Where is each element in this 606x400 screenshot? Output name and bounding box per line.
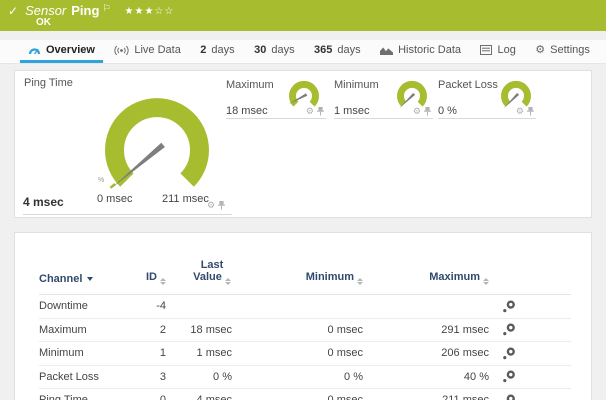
- pin-icon[interactable]: [527, 107, 534, 116]
- mini-gauge-label: Packet Loss: [438, 79, 498, 91]
- channel-minimum: 0 msec: [232, 347, 363, 359]
- tab-settings[interactable]: ⚙Settings: [527, 40, 598, 63]
- channel-maximum: 206 msec: [363, 347, 489, 359]
- channel-id: 1: [144, 347, 166, 359]
- pin-icon[interactable]: [218, 201, 225, 210]
- mini-gauge-label: Minimum: [334, 79, 379, 91]
- sensor-title: Ping: [71, 3, 99, 18]
- channel-settings-button[interactable]: [489, 394, 571, 400]
- mini-gauge-value: 0 %: [438, 105, 457, 117]
- mini-gauge-value: 1 msec: [334, 105, 369, 117]
- channel-settings-icon: [502, 300, 516, 313]
- gauge-scale-max: 211 msec: [162, 193, 209, 205]
- sort-icon[interactable]: [483, 278, 489, 286]
- channel-minimum: 0 %: [232, 371, 363, 383]
- tab-bar: OverviewLive Data2days30days365daysHisto…: [0, 40, 606, 64]
- channel-settings-button[interactable]: [489, 370, 571, 383]
- table-row[interactable]: Ping Time 0 4 msec 0 msec 211 msec: [39, 389, 571, 400]
- channel-name[interactable]: Downtime: [39, 300, 144, 312]
- channel-last-value: 18 msec: [166, 324, 232, 336]
- tab-overview[interactable]: Overview: [20, 40, 103, 63]
- gauge-marker: %: [98, 177, 104, 184]
- log-icon: [480, 45, 492, 55]
- channel-name[interactable]: Minimum: [39, 347, 144, 359]
- tab-historic-data[interactable]: Historic Data: [372, 40, 469, 63]
- gear-icon[interactable]: ⚙: [413, 107, 421, 116]
- sensor-category-label: Sensor: [25, 3, 66, 18]
- channel-last-value: 0 %: [166, 371, 232, 383]
- channel-name[interactable]: Ping Time: [39, 394, 144, 400]
- channel-last-value: 1 msec: [166, 347, 232, 359]
- mini-gauge-value: 18 msec: [226, 105, 268, 117]
- col-minimum[interactable]: Minimum: [232, 271, 363, 286]
- gear-icon[interactable]: ⚙: [207, 201, 215, 210]
- status-check-icon: ✓: [8, 4, 18, 18]
- tab-30-days[interactable]: 30days: [246, 40, 303, 63]
- priority-stars[interactable]: ★★★☆☆: [125, 6, 175, 17]
- channel-maximum: 291 msec: [363, 324, 489, 336]
- channel-id: 2: [144, 324, 166, 336]
- sensor-header: ✓ Sensor Ping ⚐ ★★★☆☆ OK: [0, 0, 606, 31]
- mini-gauge-minimum: Minimum 1 msec ⚙: [334, 79, 433, 119]
- prtg-sensor-page: ✓ Sensor Ping ⚐ ★★★☆☆ OK OverviewLive Da…: [0, 0, 606, 400]
- channel-id: 3: [144, 371, 166, 383]
- tab-log[interactable]: Log: [472, 40, 523, 63]
- pin-icon[interactable]: [424, 107, 431, 116]
- gear-icon: ⚙: [535, 45, 545, 56]
- pin-icon[interactable]: [317, 107, 324, 116]
- col-id[interactable]: ID: [144, 271, 166, 286]
- mini-gauge-packet-loss: Packet Loss 0 % ⚙: [438, 79, 536, 119]
- channel-id: 0: [144, 394, 166, 400]
- tab-2-days[interactable]: 2days: [192, 40, 242, 63]
- channel-table-panel: Channel ID LastValue Minimum Maximum Dow…: [14, 232, 592, 400]
- channel-settings-button[interactable]: [489, 347, 571, 360]
- priority-flag-icon[interactable]: ⚐: [102, 3, 110, 14]
- status-badge: OK: [36, 17, 51, 28]
- channel-maximum: 40 %: [363, 371, 489, 383]
- tab-live-data[interactable]: Live Data: [106, 40, 188, 63]
- sort-caret-icon: [87, 277, 93, 281]
- channel-name[interactable]: Packet Loss: [39, 371, 144, 383]
- channel-settings-button[interactable]: [489, 300, 571, 313]
- table-row[interactable]: Minimum 1 1 msec 0 msec 206 msec: [39, 342, 571, 366]
- sort-icon[interactable]: [225, 278, 231, 286]
- channel-settings-button[interactable]: [489, 323, 571, 336]
- table-row[interactable]: Maximum 2 18 msec 0 msec 291 msec: [39, 319, 571, 343]
- mini-gauge-label: Maximum: [226, 79, 274, 91]
- gear-icon[interactable]: ⚙: [306, 107, 314, 116]
- gauge-panel: Ping Time % 0 msec 211 msec 4 msec ⚙ Max…: [14, 70, 592, 218]
- primary-gauge-label: Ping Time: [24, 77, 73, 89]
- channel-id: -4: [144, 300, 166, 312]
- tab-365-days[interactable]: 365days: [306, 40, 369, 63]
- channel-name[interactable]: Maximum: [39, 324, 144, 336]
- col-maximum[interactable]: Maximum: [363, 271, 489, 286]
- live-data-icon: [114, 45, 129, 56]
- historic-data-icon: [380, 45, 393, 55]
- gauge-icon: [28, 45, 41, 56]
- sort-icon[interactable]: [160, 278, 166, 286]
- table-row[interactable]: Downtime -4: [39, 295, 571, 319]
- channel-last-value: 4 msec: [166, 394, 232, 400]
- channel-maximum: 211 msec: [363, 394, 489, 400]
- channel-settings-icon: [502, 347, 516, 360]
- gear-icon[interactable]: ⚙: [516, 107, 524, 116]
- table-row[interactable]: Packet Loss 3 0 % 0 % 40 %: [39, 366, 571, 390]
- divider: [23, 214, 232, 215]
- channel-settings-icon: [502, 323, 516, 336]
- mini-gauge-maximum: Maximum 18 msec ⚙: [226, 79, 326, 119]
- col-last-value[interactable]: LastValue: [179, 259, 245, 286]
- channel-settings-icon: [502, 370, 516, 383]
- table-header-row: Channel ID LastValue Minimum Maximum: [39, 243, 571, 295]
- channel-settings-icon: [502, 394, 516, 400]
- col-channel[interactable]: Channel: [39, 273, 144, 285]
- primary-gauge-value: 4 msec: [23, 195, 64, 209]
- channel-minimum: 0 msec: [232, 324, 363, 336]
- gauge-scale-min: 0 msec: [97, 193, 132, 205]
- channel-minimum: 0 msec: [232, 394, 363, 400]
